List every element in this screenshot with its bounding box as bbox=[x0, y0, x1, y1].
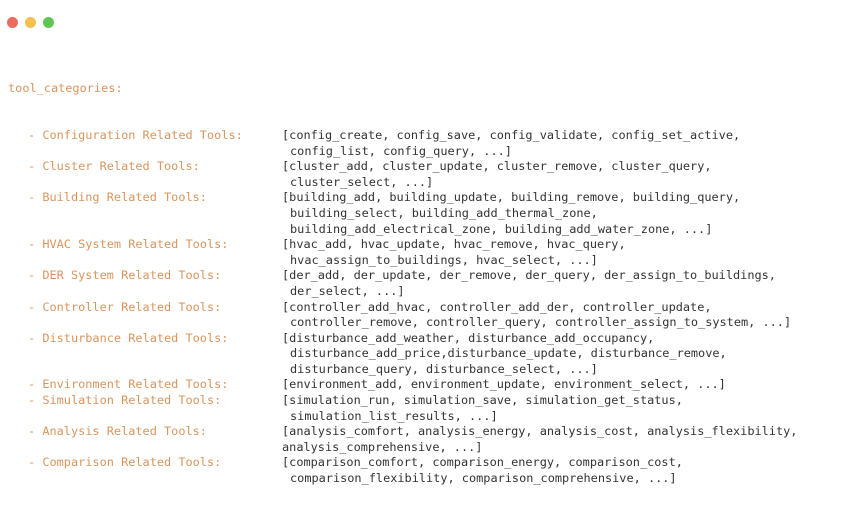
tool-category-label: - Simulation Related Tools: bbox=[28, 393, 222, 408]
tool-list-line: building_select, building_add_thermal_zo… bbox=[290, 205, 598, 220]
tool-list-line: comparison_flexibility, comparison_compr… bbox=[290, 471, 677, 486]
tool-category-item: - Simulation Related Tools: [simulation_r… bbox=[8, 393, 844, 424]
tool-category-label: - DER System Related Tools: bbox=[28, 268, 222, 283]
tool-list-line: hvac_assign_to_buildings, hvac_select, .… bbox=[290, 252, 598, 267]
tool-list: [hvac_add, hvac_update, hvac_remove, hva… bbox=[282, 237, 844, 268]
tool-category-item: - Environment Related Tools: [environment… bbox=[8, 377, 844, 393]
tool-category-label: - Controller Related Tools: bbox=[28, 299, 222, 314]
tool-category-item: - Cluster Related Tools: [cluster_add, cl… bbox=[8, 159, 844, 190]
tool-list-line: cluster_select, ...] bbox=[290, 174, 434, 189]
window-controls bbox=[7, 17, 54, 28]
tool-category-label: - Disturbance Related Tools: bbox=[28, 330, 229, 345]
tool-list: [environment_add, environment_update, en… bbox=[282, 377, 844, 393]
tool-list-line: [controller_add_hvac, controller_add_der… bbox=[282, 299, 712, 314]
tool-list-line: [hvac_add, hvac_update, hvac_remove, hva… bbox=[282, 237, 626, 252]
tool-list: [controller_add_hvac, controller_add_der… bbox=[282, 300, 844, 331]
tool-category-item: - Configuration Related Tools: [config_cr… bbox=[8, 128, 844, 159]
tool-category-label: - Analysis Related Tools: bbox=[28, 424, 207, 439]
tool-list: [cluster_add, cluster_update, cluster_re… bbox=[282, 159, 844, 190]
tool-category-label: - Environment Related Tools: bbox=[28, 377, 229, 392]
yaml-root-key: tool_categories: bbox=[8, 81, 123, 96]
tool-category-item: - HVAC System Related Tools: [hvac_add, h… bbox=[8, 237, 844, 268]
tool-list: [simulation_run, simulation_save, simula… bbox=[282, 393, 844, 424]
tool-category-label: - HVAC System Related Tools: bbox=[28, 237, 229, 252]
code-block: tool_categories: - Configuration Related… bbox=[8, 50, 844, 518]
maximize-window-dot[interactable] bbox=[43, 17, 54, 28]
tool-list: [disturbance_add_weather, disturbance_ad… bbox=[282, 331, 844, 378]
tool-category-item: - Controller Related Tools: [controller_a… bbox=[8, 300, 844, 331]
tool-list: [der_add, der_update, der_remove, der_qu… bbox=[282, 268, 844, 299]
tool-category-item: - Analysis Related Tools: [analysis_comfo… bbox=[8, 424, 844, 455]
tool-list-line: analysis_comprehensive, ...] bbox=[282, 439, 483, 454]
tool-category-list: - Configuration Related Tools: [config_cr… bbox=[8, 128, 844, 487]
tool-category-label: - Building Related Tools: bbox=[28, 190, 207, 205]
tool-list: [config_create, config_save, config_vali… bbox=[282, 128, 844, 159]
minimize-window-dot[interactable] bbox=[25, 17, 36, 28]
tool-list-line: [cluster_add, cluster_update, cluster_re… bbox=[282, 159, 712, 174]
tool-list: [comparison_comfort, comparison_energy, … bbox=[282, 455, 844, 486]
close-window-dot[interactable] bbox=[7, 17, 18, 28]
tool-list: [analysis_comfort, analysis_energy, anal… bbox=[282, 424, 844, 455]
tool-list: [building_add, building_update, building… bbox=[282, 190, 844, 237]
tool-category-label: - Cluster Related Tools: bbox=[28, 159, 200, 174]
tool-category-label: - Comparison Related Tools: bbox=[28, 455, 222, 470]
tool-category-item: - Disturbance Related Tools: [disturbance… bbox=[8, 331, 844, 378]
tool-list-line: [der_add, der_update, der_remove, der_qu… bbox=[282, 268, 776, 283]
tool-list-line: [simulation_run, simulation_save, simula… bbox=[282, 393, 683, 408]
tool-list-line: [analysis_comfort, analysis_energy, anal… bbox=[282, 424, 798, 439]
tool-category-item: - Comparison Related Tools: [comparison_c… bbox=[8, 455, 844, 486]
tool-category-label: - Configuration Related Tools: bbox=[28, 127, 243, 142]
tool-list-line: disturbance_query, disturbance_select, .… bbox=[290, 361, 598, 376]
tool-category-item: - DER System Related Tools: [der_add, der… bbox=[8, 268, 844, 299]
tool-list-line: building_add_electrical_zone, building_a… bbox=[290, 221, 713, 236]
tool-list-line: controller_remove, controller_query, con… bbox=[290, 315, 792, 330]
tool-list-line: [environment_add, environment_update, en… bbox=[282, 377, 726, 392]
tool-list-line: disturbance_add_price,disturbance_update… bbox=[290, 346, 727, 361]
tool-list-line: [disturbance_add_weather, disturbance_ad… bbox=[282, 330, 655, 345]
tool-list-line: [comparison_comfort, comparison_energy, … bbox=[282, 455, 683, 470]
tool-list-line: [config_create, config_save, config_vali… bbox=[282, 127, 741, 142]
tool-category-item: - Building Related Tools: [building_add, … bbox=[8, 190, 844, 237]
code-window: tool_categories: - Configuration Related… bbox=[0, 0, 848, 485]
tool-list-line: [building_add, building_update, building… bbox=[282, 190, 741, 205]
tool-list-line: config_list, config_query, ...] bbox=[290, 143, 512, 158]
tool-list-line: der_select, ...] bbox=[290, 283, 405, 298]
tool-list-line: simulation_list_results, ...] bbox=[290, 408, 498, 423]
